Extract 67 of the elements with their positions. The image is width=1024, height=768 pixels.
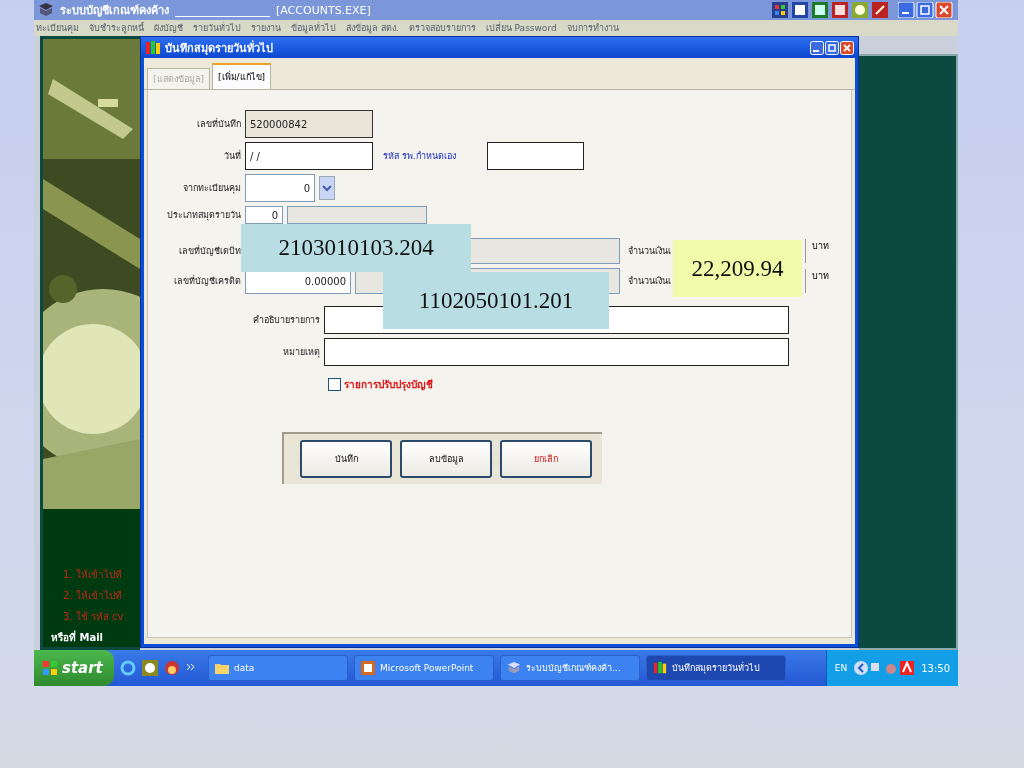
action-button[interactable]: ยกเลิก <box>500 440 592 478</box>
presentation-icon <box>361 661 375 675</box>
field-label: หมายเหตุ <box>282 346 320 359</box>
window-buttons-icon[interactable] <box>810 40 854 55</box>
window-title: [ACCOUNTS.EXE] <box>276 3 371 17</box>
chevron-icon[interactable] <box>186 663 196 673</box>
unit-label: บาท <box>805 239 829 263</box>
menu-item[interactable]: ตรวจสอบรายการ <box>408 21 476 35</box>
browser-icon[interactable] <box>120 660 136 676</box>
menu-item[interactable]: รายงาน <box>251 21 281 35</box>
unit-label: บาท <box>805 269 829 293</box>
menu-item[interactable]: จับชำระลูกหนี้ <box>89 21 144 35</box>
callout-tooltip: 2103010103.204 <box>241 224 471 272</box>
clock-icon[interactable] <box>142 660 158 676</box>
field-label: เลขที่บันทึก <box>196 117 241 131</box>
field-label: จากทะเบียนคุม <box>182 182 241 195</box>
field-label: จำนวนเงินเ <box>628 275 671 288</box>
checkbox-label: รายการปรับปรุงบัญชี <box>344 377 433 392</box>
field-label: เลขที่บัญชีเดบิท <box>178 244 241 258</box>
book-icon <box>38 2 54 18</box>
folder-icon <box>215 662 229 674</box>
tab[interactable]: [เพิ่ม/แก้ไข] <box>212 63 272 89</box>
record-number-field: 520000842 <box>245 110 373 138</box>
note-text: 3. ใช้ รหัส cv <box>62 610 125 624</box>
date-field[interactable]: / / <box>245 142 373 170</box>
menu-item[interactable]: ข้อมูลทั่วไป <box>291 21 336 35</box>
callout-tooltip: 22,209.94 <box>673 240 802 297</box>
callout-tooltip: 1102050101.201 <box>383 272 609 329</box>
taskbar-button[interactable]: ระบบบัญชีเกณฑ์คงค้า... <box>500 655 640 681</box>
language-indicator[interactable]: EN <box>834 663 848 673</box>
note-text: 1. ให้เข้าไปที <box>62 568 123 582</box>
window-title: ระบบบัญชีเกณฑ์คงค้าง <box>60 3 169 19</box>
taskbar-button[interactable]: data <box>208 655 348 681</box>
taskbar-button[interactable]: Microsoft PowerPoint <box>354 655 494 681</box>
menu-item[interactable]: รายวันทั่วไป <box>193 21 241 35</box>
menu-item[interactable]: เปลี่ยน Password <box>485 21 557 35</box>
window-buttons-icon[interactable] <box>898 2 954 18</box>
taskbar-button[interactable]: บันทึกสมุดรายวันทั่วไป <box>646 655 786 681</box>
book-icon <box>507 661 521 675</box>
globe-icon[interactable] <box>164 660 180 676</box>
start-button[interactable]: start <box>34 650 114 686</box>
menu-item[interactable]: ทะเบียนคุม <box>36 21 79 35</box>
remark-field[interactable] <box>324 338 789 366</box>
note-text: 2. ให้เข้าไปที <box>62 589 123 603</box>
tray-icons-drawing[interactable] <box>853 660 916 676</box>
menu-item[interactable]: ส่งข้อมูล สตง. <box>346 21 399 35</box>
clock-time: 13:50 <box>921 662 950 674</box>
dialog-title: บันทึกสมุดรายวันทั่วไป <box>165 39 273 57</box>
field-label: รหัส รพ.กำหนดเอง <box>383 150 457 163</box>
checkbox[interactable] <box>328 377 341 391</box>
field-label: จำนวนเงินเ <box>628 245 671 258</box>
field-label: วันที่ <box>223 149 241 163</box>
app-icon <box>145 39 161 56</box>
field-label: เลขที่บัญชีเครดิต <box>173 274 241 288</box>
field-label: ประเภทสมุดรายวัน <box>166 209 241 222</box>
note-text: หรือที่ Mail <box>51 630 105 645</box>
menu-item[interactable]: จบการทำงาน <box>566 21 619 35</box>
menu-item[interactable]: ผังบัญชี <box>154 21 183 35</box>
windows-logo-icon <box>42 660 58 676</box>
action-button[interactable]: ลบข้อมูล <box>400 440 492 478</box>
action-button[interactable]: บันทึก <box>300 440 392 478</box>
app-icon <box>653 661 667 675</box>
dropdown-button-icon[interactable] <box>319 176 335 200</box>
input-field[interactable] <box>487 142 584 170</box>
register-field[interactable]: 0 <box>245 174 315 202</box>
journal-type-field[interactable]: 0 <box>245 206 283 224</box>
field-label: คำอธิบายรายการ <box>252 314 320 327</box>
